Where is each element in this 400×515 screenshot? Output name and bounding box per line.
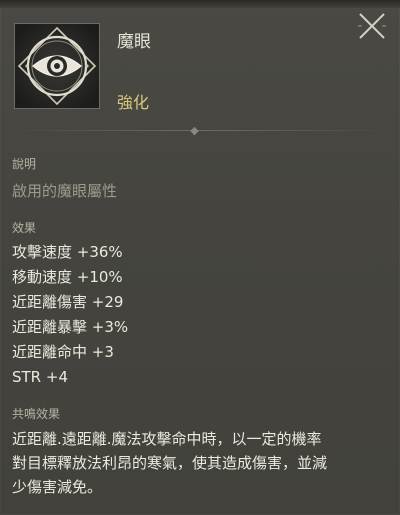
effect-line: 近距離傷害 +29 <box>12 293 124 311</box>
effect-line: STR +4 <box>12 368 68 386</box>
resonance-line: 對目標釋放法利昂的寒氣，使其造成傷害，並減 <box>12 454 328 472</box>
divider-diamond-icon: ◆ <box>190 124 199 137</box>
effect-line: 近距離暴擊 +3% <box>12 318 129 336</box>
resonance-line: 近距離.遠距離.魔法攻擊命中時，以一定的機率 <box>12 430 322 448</box>
effect-line: 攻擊速度 +36% <box>12 243 123 261</box>
close-button[interactable] <box>356 10 388 42</box>
item-icon-frame <box>14 23 100 109</box>
resonance-line: 少傷害減免。 <box>12 478 103 496</box>
description-label: 說明 <box>12 157 37 171</box>
effect-line: 近距離命中 +3 <box>12 343 114 361</box>
effects-label: 效果 <box>12 221 37 235</box>
effects-list: 攻擊速度 +36% 移動速度 +10% 近距離傷害 +29 近距離暴擊 +3% … <box>12 240 128 390</box>
effect-line: 移動速度 +10% <box>12 268 123 286</box>
resonance-text: 近距離.遠距離.魔法攻擊命中時，以一定的機率 對目標釋放法利昂的寒氣，使其造成傷… <box>12 427 394 499</box>
header-divider <box>8 130 392 131</box>
eye-sigil-icon <box>15 24 99 108</box>
close-icon <box>358 13 386 39</box>
item-name: 魔眼 <box>117 32 151 52</box>
description-text: 啟用的魔眼屬性 <box>12 182 118 200</box>
item-category: 強化 <box>117 93 150 112</box>
resonance-label: 共鳴效果 <box>12 407 61 421</box>
top-edge <box>0 0 400 8</box>
item-tooltip-panel: 魔眼 強化 ◆ 說明 啟用的魔眼屬性 效果 攻擊速度 +36% 移動速度 +10… <box>0 0 400 515</box>
